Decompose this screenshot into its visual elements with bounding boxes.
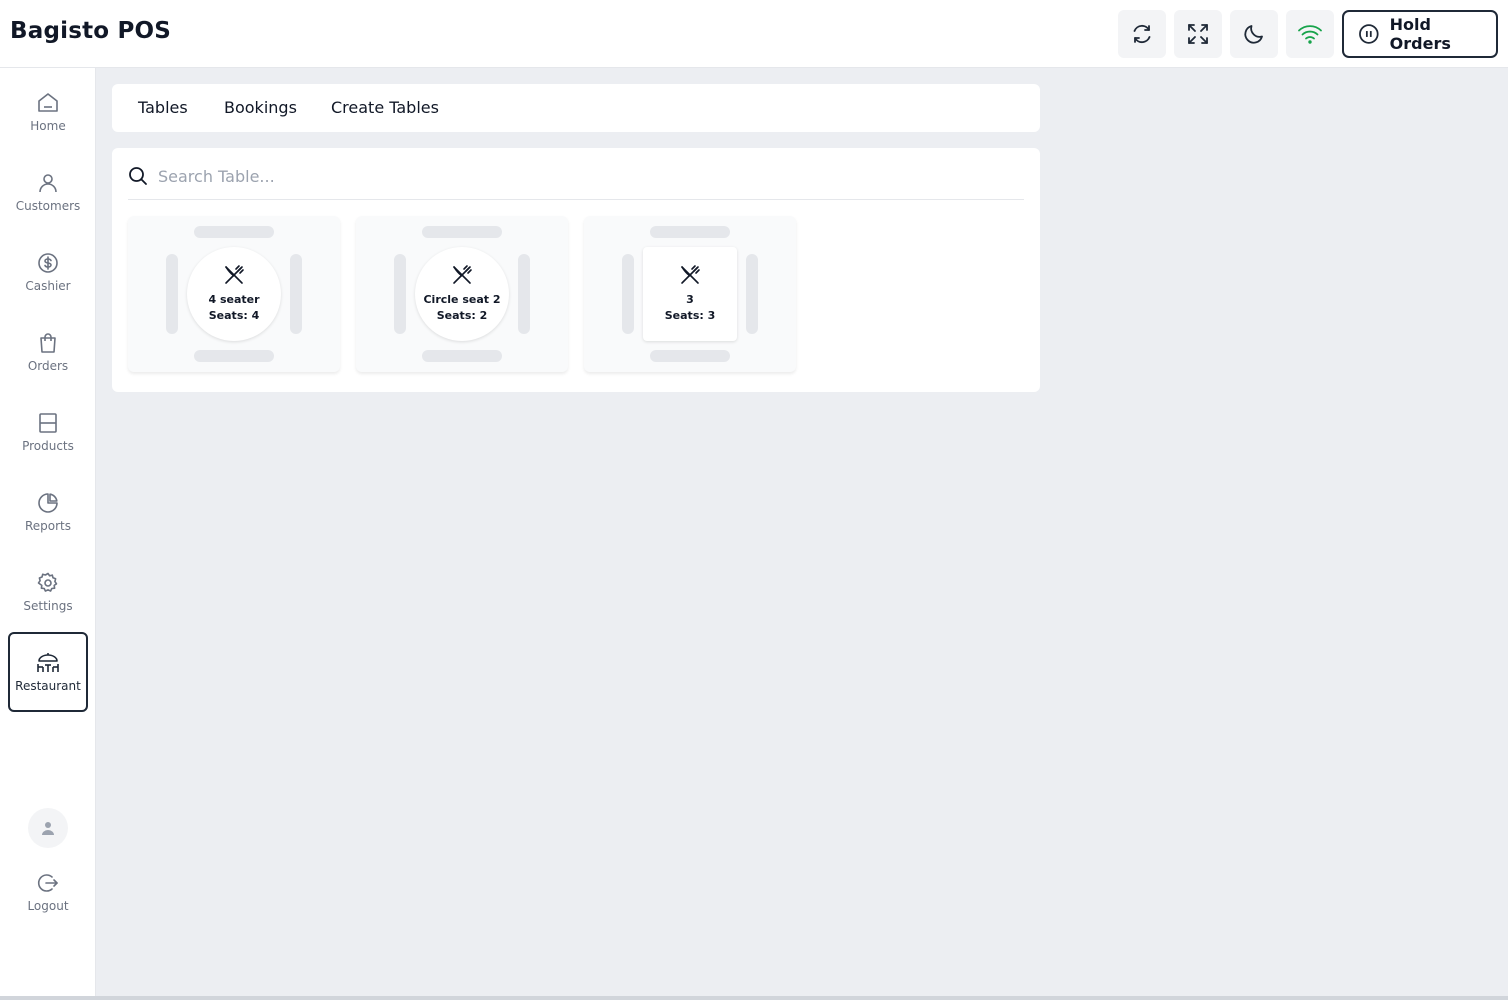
dark-mode-button[interactable]	[1230, 10, 1278, 58]
table-card[interactable]: 3 Seats: 3	[584, 216, 796, 372]
sidebar-item-label: Orders	[27, 359, 69, 373]
chair	[622, 254, 634, 334]
hold-orders-label: Hold Orders	[1389, 15, 1451, 53]
moon-icon	[1244, 25, 1263, 44]
table-seats: Seats: 3	[664, 309, 716, 322]
user-avatar-icon	[42, 822, 54, 835]
chair	[422, 350, 502, 362]
sidebar: Home Customers Cashier Orders Products R…	[0, 68, 96, 996]
search-icon	[129, 167, 147, 185]
table-seats: Seats: 2	[436, 309, 488, 322]
logout-icon	[37, 874, 58, 892]
fork-knife-icon	[453, 265, 472, 284]
bottom-scrollbar-track	[0, 996, 1508, 1000]
restaurant-table-icon	[37, 653, 59, 672]
restaurant-tabs: Tables Bookings Create Tables	[112, 84, 1040, 132]
chair	[746, 254, 758, 334]
chair	[650, 350, 730, 362]
tab-bookings[interactable]: Bookings	[224, 98, 297, 117]
table-name: 3	[686, 293, 694, 306]
chair	[518, 254, 530, 334]
pause-circle-icon	[1359, 24, 1379, 44]
sidebar-item-products[interactable]: Products	[8, 392, 88, 472]
fullscreen-button[interactable]	[1174, 10, 1222, 58]
sidebar-item-label: Settings	[23, 599, 73, 613]
refresh-icon	[1133, 24, 1151, 44]
chair	[422, 226, 502, 238]
search-input[interactable]	[158, 162, 1018, 190]
expand-icon	[1188, 24, 1208, 44]
hold-orders-button[interactable]: Hold Orders	[1342, 10, 1498, 58]
home-icon	[38, 93, 58, 112]
sidebar-item-label: Customers	[15, 199, 81, 213]
sidebar-item-label: Restaurant	[15, 679, 81, 693]
fork-knife-icon	[681, 265, 700, 284]
dollar-circle-icon	[38, 253, 58, 273]
chair	[194, 226, 274, 238]
table-card[interactable]: 4 seater Seats: 4	[128, 216, 340, 372]
logout-button[interactable]: Logout	[8, 852, 88, 932]
chair	[394, 254, 406, 334]
sidebar-item-label: Cashier	[25, 279, 71, 293]
fork-knife-icon	[225, 265, 244, 284]
table-top: 3 Seats: 3	[643, 247, 737, 341]
tables-panel: 4 seater Seats: 4 Circle seat 2 Seats: 2	[112, 148, 1040, 392]
chair	[194, 350, 274, 362]
search-bar	[128, 156, 1024, 200]
logout-label: Logout	[27, 899, 69, 913]
archive-box-icon	[39, 413, 57, 433]
chair	[166, 254, 178, 334]
user-icon	[39, 174, 57, 193]
connection-status-button[interactable]	[1286, 10, 1334, 58]
wifi-icon	[1298, 25, 1322, 44]
avatar[interactable]	[28, 808, 68, 848]
sidebar-item-customers[interactable]: Customers	[8, 152, 88, 232]
chair	[650, 226, 730, 238]
sidebar-item-restaurant[interactable]: Restaurant	[8, 632, 88, 712]
table-seats: Seats: 4	[208, 309, 260, 322]
top-header: Bagisto POS Hold Orders	[0, 0, 1508, 68]
app-title: Bagisto POS	[10, 18, 172, 44]
table-top: Circle seat 2 Seats: 2	[415, 247, 509, 341]
tab-create-tables[interactable]: Create Tables	[331, 98, 439, 117]
sidebar-item-settings[interactable]: Settings	[8, 552, 88, 632]
sidebar-item-orders[interactable]: Orders	[8, 312, 88, 392]
sidebar-item-home[interactable]: Home	[8, 72, 88, 152]
table-name: Circle seat 2	[423, 293, 501, 306]
table-name: 4 seater	[208, 293, 260, 306]
sidebar-item-reports[interactable]: Reports	[8, 472, 88, 552]
pie-chart-icon	[38, 493, 58, 513]
chair	[290, 254, 302, 334]
sidebar-item-label: Reports	[24, 519, 72, 533]
sidebar-item-cashier[interactable]: Cashier	[8, 232, 88, 312]
tab-tables[interactable]: Tables	[138, 98, 188, 117]
table-top: 4 seater Seats: 4	[187, 247, 281, 341]
shopping-bag-icon	[40, 333, 56, 353]
sidebar-item-label: Products	[22, 439, 74, 453]
table-card[interactable]: Circle seat 2 Seats: 2	[356, 216, 568, 372]
sidebar-item-label: Home	[30, 119, 66, 133]
sync-button[interactable]	[1118, 10, 1166, 58]
gear-icon	[37, 572, 58, 592]
